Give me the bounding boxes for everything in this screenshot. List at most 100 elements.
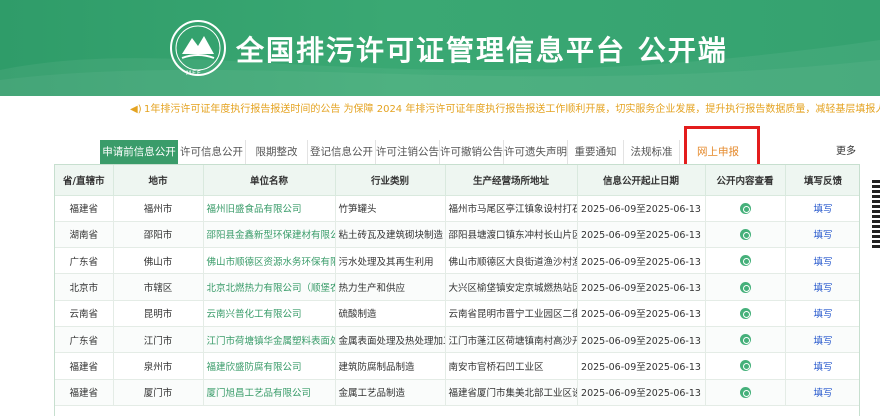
tab-important-notice[interactable]: 重要通知 [568, 140, 624, 164]
cell-view [705, 247, 786, 275]
tab-regulations[interactable]: 法规标准 [624, 140, 680, 164]
more-link[interactable]: 更多 [836, 140, 856, 164]
cell-company-link[interactable]: 云南兴普化工有限公司 [203, 300, 336, 327]
cell-city: 福州市 [113, 195, 204, 222]
notice-bar: ◀) 1年排污许可证年度执行报告报送时间的公告 为保障 2024 年排污许可证年… [0, 96, 880, 124]
cell-company-link[interactable]: 北京北燃热力有限公司（顺堡农... [203, 273, 336, 301]
cell-company-link[interactable]: 福建欣盛防腐有限公司 [203, 352, 336, 380]
cell-province: 北京市 [55, 273, 114, 301]
cell-industry: 竹笋罐头 [335, 195, 446, 222]
cell-dates: 2025-06-09至2025-06-13 [577, 221, 706, 249]
cell-dates: 2025-06-09至2025-06-13 [577, 273, 706, 301]
cell-company-link[interactable]: 福州旧盛食品有限公司 [203, 195, 336, 222]
cell-address: 福州市马尾区亭江镇象设村打石坑... [445, 195, 578, 222]
header-address: 生产经营场所地址 [445, 165, 578, 196]
cell-address: 邵阳县塘渡口镇东冲村长山片区 [445, 221, 578, 249]
notice-text[interactable]: 1年排污许可证年度执行报告报送时间的公告 为保障 2024 年排污许可证年度执行… [144, 96, 880, 124]
cell-city: 江门市 [113, 326, 204, 354]
cell-dates: 2025-06-09至2025-06-13 [577, 326, 706, 354]
cell-address: 福建省厦门市集美北部工业区设田... [445, 379, 578, 406]
table-row: 福建省 泉州市 福建欣盛防腐有限公司 建筑防腐制品制造 南安市官桥石凹工业区 2… [55, 352, 859, 380]
cell-address: 佛山市顺德区大良街道渔沙村渔沙... [445, 247, 578, 275]
tab-cancellation-notice[interactable]: 许可注销公告 [376, 140, 440, 164]
header-dates: 信息公开起止日期 [577, 165, 706, 196]
feedback-link[interactable]: 填写 [785, 195, 859, 222]
table-row: 云南省 昆明市 云南兴普化工有限公司 硫酸制造 云南省昆明市晋宁工业园区二街基地… [55, 300, 859, 327]
cell-industry: 金属表面处理及热处理加工 [335, 326, 446, 354]
cell-industry: 粘土砖瓦及建筑砌块制造 [335, 221, 446, 249]
qr-code-icon[interactable] [872, 180, 880, 250]
header-banner: MEE 全国排污许可证管理信息平台 公开端 [0, 0, 880, 96]
cell-city: 昆明市 [113, 300, 204, 327]
view-icon[interactable] [739, 228, 751, 240]
cell-industry: 金属工艺品制造 [335, 379, 446, 406]
cell-city: 市辖区 [113, 273, 204, 301]
feedback-link[interactable]: 填写 [785, 247, 859, 275]
cell-address: 南安市官桥石凹工业区 [445, 352, 578, 380]
page-title: 全国排污许可证管理信息平台 公开端 [236, 34, 728, 67]
tab-registration-info[interactable]: 登记信息公开 [308, 140, 376, 164]
header-city: 地市 [113, 165, 204, 196]
view-icon[interactable] [739, 360, 751, 372]
speaker-icon: ◀) [130, 104, 142, 115]
view-icon[interactable] [739, 334, 751, 346]
header-province: 省/直辖市 [55, 165, 114, 196]
feedback-link[interactable]: 填写 [785, 300, 859, 327]
tab-pre-application-info[interactable]: 申请前信息公开 [100, 140, 178, 164]
header-company: 单位名称 [203, 165, 336, 196]
cell-view [705, 326, 786, 354]
cell-city: 厦门市 [113, 379, 204, 406]
cell-dates: 2025-06-09至2025-06-13 [577, 300, 706, 327]
table-header-row: 省/直辖市 地市 单位名称 行业类别 生产经营场所地址 信息公开起止日期 公开内… [55, 165, 859, 196]
cell-province: 广东省 [55, 326, 114, 354]
info-table-container: 省/直辖市 地市 单位名称 行业类别 生产经营场所地址 信息公开起止日期 公开内… [54, 164, 860, 416]
cell-province: 福建省 [55, 379, 114, 406]
cell-dates: 2025-06-09至2025-06-13 [577, 195, 706, 222]
table-row: 广东省 江门市 江门市荷塘镇华金属塑料表面处... 金属表面处理及热处理加工 江… [55, 326, 859, 354]
cell-view [705, 221, 786, 249]
header-view: 公开内容查看 [705, 165, 786, 196]
tab-rectification[interactable]: 限期整改 [246, 140, 308, 164]
cell-company-link[interactable]: 厦门旭昌工艺品有限公司 [203, 379, 336, 406]
cell-company-link[interactable]: 邵阳县金鑫新型环保建材有限公司 [203, 221, 336, 249]
cell-view [705, 379, 786, 406]
cell-dates: 2025-06-09至2025-06-13 [577, 247, 706, 275]
cell-address: 大兴区榆垡镇安定京城燃热站区... [445, 273, 578, 301]
feedback-link[interactable]: 填写 [785, 326, 859, 354]
cell-city: 佛山市 [113, 247, 204, 275]
cell-company-link[interactable]: 江门市荷塘镇华金属塑料表面处... [203, 326, 336, 354]
cell-address: 云南省昆明市晋宁工业园区二街基地 [445, 300, 578, 327]
cell-industry: 热力生产和供应 [335, 273, 446, 301]
feedback-link[interactable]: 填写 [785, 221, 859, 249]
view-icon[interactable] [739, 307, 751, 319]
table-row: 湖南省 邵阳市 邵阳县金鑫新型环保建材有限公司 粘土砖瓦及建筑砌块制造 邵阳县塘… [55, 221, 859, 249]
cell-industry: 建筑防腐制品制造 [335, 352, 446, 380]
cell-view [705, 273, 786, 301]
tab-loss-statement[interactable]: 许可遗失声明 [504, 140, 568, 164]
cell-company-link[interactable]: 佛山市顺德区资源水务环保有限... [203, 247, 336, 275]
cell-view [705, 300, 786, 327]
tab-revocation-notice[interactable]: 许可撤销公告 [440, 140, 504, 164]
table-row: 福建省 福州市 福州旧盛食品有限公司 竹笋罐头 福州市马尾区亭江镇象设村打石坑.… [55, 195, 859, 222]
view-icon[interactable] [739, 202, 751, 214]
cell-city: 泉州市 [113, 352, 204, 380]
feedback-link[interactable]: 填写 [785, 379, 859, 406]
cell-province: 广东省 [55, 247, 114, 275]
view-icon[interactable] [739, 255, 751, 267]
cell-city: 邵阳市 [113, 221, 204, 249]
feedback-link[interactable]: 填写 [785, 273, 859, 301]
header-industry: 行业类别 [335, 165, 446, 196]
cell-industry: 硫酸制造 [335, 300, 446, 327]
mee-logo-icon [170, 20, 226, 76]
cell-dates: 2025-06-09至2025-06-13 [577, 352, 706, 380]
cell-industry: 污水处理及其再生利用 [335, 247, 446, 275]
view-icon[interactable] [739, 386, 751, 398]
table-row: 广东省 佛山市 佛山市顺德区资源水务环保有限... 污水处理及其再生利用 佛山市… [55, 247, 859, 275]
cell-view [705, 352, 786, 380]
table-row: 福建省 厦门市 厦门旭昌工艺品有限公司 金属工艺品制造 福建省厦门市集美北部工业… [55, 379, 859, 406]
tab-permit-info[interactable]: 许可信息公开 [178, 140, 246, 164]
cell-dates: 2025-06-09至2025-06-13 [577, 379, 706, 406]
feedback-link[interactable]: 填写 [785, 352, 859, 380]
view-icon[interactable] [739, 281, 751, 293]
cell-province: 福建省 [55, 352, 114, 380]
